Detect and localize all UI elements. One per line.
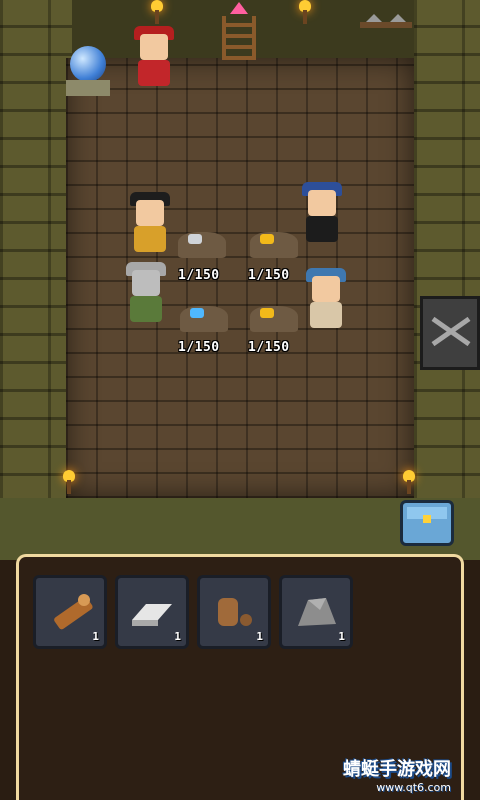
merchant-npc[interactable] — [130, 26, 178, 88]
locked-gate[interactable] — [420, 296, 480, 370]
progress-label: 1/150 — [178, 340, 220, 355]
wood-log-icon — [54, 594, 93, 630]
item-count: 1 — [174, 630, 181, 643]
feathered-hat-worker[interactable] — [298, 182, 346, 244]
goggles-worker[interactable] — [302, 268, 350, 330]
crystal-ore-node[interactable] — [180, 306, 228, 332]
treasure-chest-button[interactable] — [400, 500, 454, 546]
torch-icon — [150, 0, 164, 24]
stone-icon — [298, 598, 336, 626]
cave-floor — [66, 58, 414, 498]
gold-ore-node[interactable] — [250, 232, 298, 258]
inventory-slot-stone[interactable]: 1 — [279, 575, 353, 649]
pouch-icon — [218, 598, 252, 626]
up-arrow-icon[interactable] — [230, 2, 248, 14]
item-count: 1 — [92, 630, 99, 643]
inventory-slot-wood-log[interactable]: 1 — [33, 575, 107, 649]
exit-ladder[interactable] — [222, 16, 256, 60]
inventory-panel: 1 1 1 1 蜻蜓手游戏网 www.qt6.com — [16, 554, 464, 800]
progress-label: 1/150 — [248, 340, 290, 355]
inventory-slot-silver-ingot[interactable]: 1 — [115, 575, 189, 649]
tool-rack-icon — [360, 14, 412, 28]
progress-label: 1/150 — [248, 268, 290, 283]
progress-label: 1/150 — [178, 268, 220, 283]
site-watermark: 蜻蜓手游戏网 www.qt6.com — [343, 755, 451, 794]
watermark-text: 蜻蜓手游戏网 — [343, 759, 451, 780]
item-count: 1 — [256, 630, 263, 643]
torch-icon — [298, 0, 312, 24]
watermark-url: www.qt6.com — [376, 781, 451, 794]
torch-icon — [62, 470, 76, 494]
iron-ore-node[interactable] — [178, 232, 226, 258]
torch-icon — [402, 470, 416, 494]
knight-worker[interactable] — [122, 262, 170, 324]
gold-ore-node[interactable] — [250, 306, 298, 332]
right-wall — [414, 0, 480, 560]
silver-ingot-icon — [132, 604, 172, 626]
crystal-ball-icon[interactable] — [70, 46, 106, 82]
crystal-ball-stand — [66, 80, 110, 96]
musketeer-worker[interactable] — [126, 192, 174, 254]
item-count: 1 — [338, 630, 345, 643]
inventory-slot-pouch[interactable]: 1 — [197, 575, 271, 649]
